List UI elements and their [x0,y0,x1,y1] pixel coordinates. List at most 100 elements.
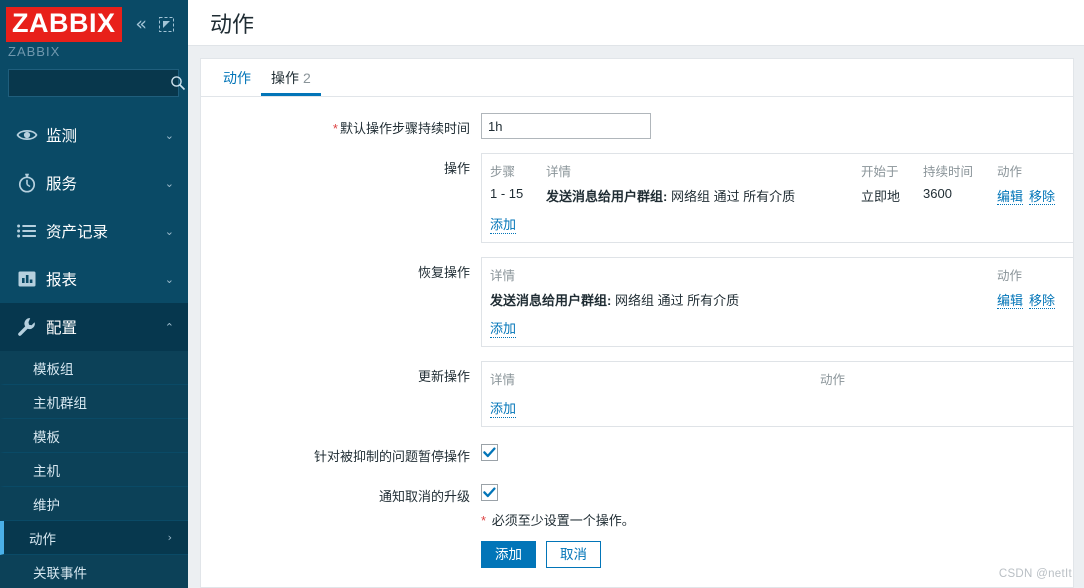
chevron-down-icon: ⌄ [164,128,174,142]
sidebar-nav: 监测 ⌄ 服务 ⌄ 资产记录 ⌄ 报表 ⌄ 配置 ⌃ 模板组 主机群组 模板 主… [0,111,188,588]
sidebar-item-inventory[interactable]: 资产记录 ⌄ [0,207,188,255]
label-text: 针对被抑制的问题暂停操作 [313,449,470,464]
remove-link[interactable]: 移除 [1029,293,1056,309]
col-header-details: 详情 [546,165,572,179]
sidebar-item-maintenance[interactable]: 维护 [0,487,188,521]
list-icon [16,220,46,242]
add-recovery-operation-link[interactable]: 添加 [490,318,517,338]
pause-suppressed-checkbox[interactable] [481,444,498,461]
operations-form: *默认操作步骤持续时间 操作 步骤 详情 [201,97,1073,568]
table-header-row: 详情 动作 [490,262,1073,288]
row-operations: 操作 步骤 详情 开始于 持续时间 动作 1 - 15 发送消息给用户群组: 网… [201,153,1073,243]
default-duration-field [481,113,1073,139]
row-buttons: 添加 取消 [201,529,1073,568]
tab-count: 2 [303,70,311,86]
search-box[interactable] [8,69,186,97]
add-update-operation-link[interactable]: 添加 [490,398,517,418]
col-header-details: 详情 [490,269,516,283]
cell-duration: 3600 [923,186,952,201]
cell-step: 1 - 15 [490,186,524,201]
page-title: 动作 [210,11,255,37]
update-operations-table: 详情 动作 [490,366,1073,392]
form-panel: 动作 操作2 *默认操作步骤持续时间 操作 [200,58,1074,588]
tab-operations[interactable]: 操作 2 [261,71,321,96]
bar-chart-icon [16,268,46,290]
sidebar-item-hosts[interactable]: 主机 [0,453,188,487]
pause-suppressed-label: 针对被抑制的问题暂停操作 [201,441,481,467]
tab-label: 操作 [271,70,299,86]
row-notify-cancel: 通知取消的升级 [201,481,1073,507]
notify-cancel-checkbox[interactable] [481,483,498,501]
row-note: * 必须至少设置一个操作。 [201,506,1073,529]
add-button[interactable]: 添加 [481,541,536,568]
required-note: * 必须至少设置一个操作。 [481,506,1073,529]
pause-suppressed-field [481,441,1073,467]
cancel-button[interactable]: 取消 [546,541,601,568]
default-duration-label: * 默认操作步骤持续时间 [201,113,481,139]
tab-action[interactable]: 动作 [213,71,261,96]
cell-actions: 编辑 移除 [997,184,1073,208]
search-icon[interactable] [170,75,186,91]
edit-link[interactable]: 编辑 [997,293,1024,309]
cell-details-bold: 发送消息给用户群组: [490,293,612,308]
sidebar-subtitle: ZABBIX [8,44,61,59]
buttons-field: 添加 取消 [481,529,1073,568]
cell-actions: 编辑 移除 [997,288,1073,312]
form-actions: 添加 取消 [481,529,1073,568]
chevron-down-icon: ⌄ [164,176,174,190]
collapse-sidebar-icon[interactable]: « [135,14,147,34]
sidebar-item-label: 报表 [46,272,78,289]
note-spacer [201,506,481,529]
wrench-icon [16,316,46,338]
sidebar-item-templates[interactable]: 模板 [0,419,188,453]
required-marker: * [332,121,338,136]
sidebar-subitem-label: 动作 [29,531,56,547]
remove-link[interactable]: 移除 [1029,189,1056,205]
search-input[interactable] [15,76,170,90]
sidebar-item-event-correlation[interactable]: 关联事件 [0,555,188,588]
sidebar-item-monitoring[interactable]: 监测 ⌄ [0,111,188,159]
sidebar-item-reports[interactable]: 报表 ⌄ [0,255,188,303]
required-marker: * [481,513,487,528]
watermark: CSDN @netIt [998,568,1072,580]
sidebar-search-wrap [0,59,188,97]
zabbix-logo: ZABBIX [6,6,122,42]
label-text: 操作 [443,161,470,176]
add-operation-link[interactable]: 添加 [490,214,517,234]
sidebar-item-label: 服务 [46,176,78,193]
operations-table-box: 步骤 详情 开始于 持续时间 动作 1 - 15 发送消息给用户群组: 网络组 … [481,153,1073,243]
check-icon [483,486,496,497]
eye-icon [16,124,46,146]
note-field: * 必须至少设置一个操作。 [481,506,1073,529]
recovery-operations-table: 详情 动作 发送消息给用户群组: 网络组 通过 所有介质 编辑 移除 [490,262,1073,312]
col-header-step: 步骤 [490,165,516,179]
default-duration-input[interactable] [481,113,651,139]
expand-icon[interactable] [159,16,174,32]
row-recovery-operations: 恢复操作 详情 动作 发送消息给用户群组: 网络组 通过 所有介质 编辑 移除 … [201,257,1073,347]
chevron-up-icon: ⌃ [164,320,174,334]
sidebar-item-host-groups[interactable]: 主机群组 [0,385,188,419]
stopwatch-icon [16,172,46,194]
col-header-action: 动作 [997,165,1023,179]
cell-details: 发送消息给用户群组: 网络组 通过 所有介质 [490,288,997,312]
main-content: 动作 动作 操作2 *默认操作步骤持续时间 操作 [188,0,1084,588]
col-header-details: 详情 [490,373,516,387]
row-pause-suppressed: 针对被抑制的问题暂停操作 [201,441,1073,467]
edit-link[interactable]: 编辑 [997,189,1024,205]
sidebar-item-configuration[interactable]: 配置 ⌃ [0,303,188,351]
label-text: 默认操作步骤持续时间 [339,121,470,136]
notify-cancel-field [481,481,1073,507]
sidebar-item-services[interactable]: 服务 ⌄ [0,159,188,207]
chevron-down-icon: ⌄ [164,224,174,238]
sidebar-item-label: 监测 [46,128,78,145]
sidebar-item-template-groups[interactable]: 模板组 [0,351,188,385]
sidebar: ZABBIX « ZABBIX 监测 ⌄ 服务 ⌄ 资产记录 ⌄ 报表 ⌄ 配置… [0,0,188,588]
sidebar-item-actions[interactable]: 动作 › [0,521,188,555]
cell-start-in: 立即地 [861,189,901,204]
label-text: 更新操作 [417,369,470,384]
